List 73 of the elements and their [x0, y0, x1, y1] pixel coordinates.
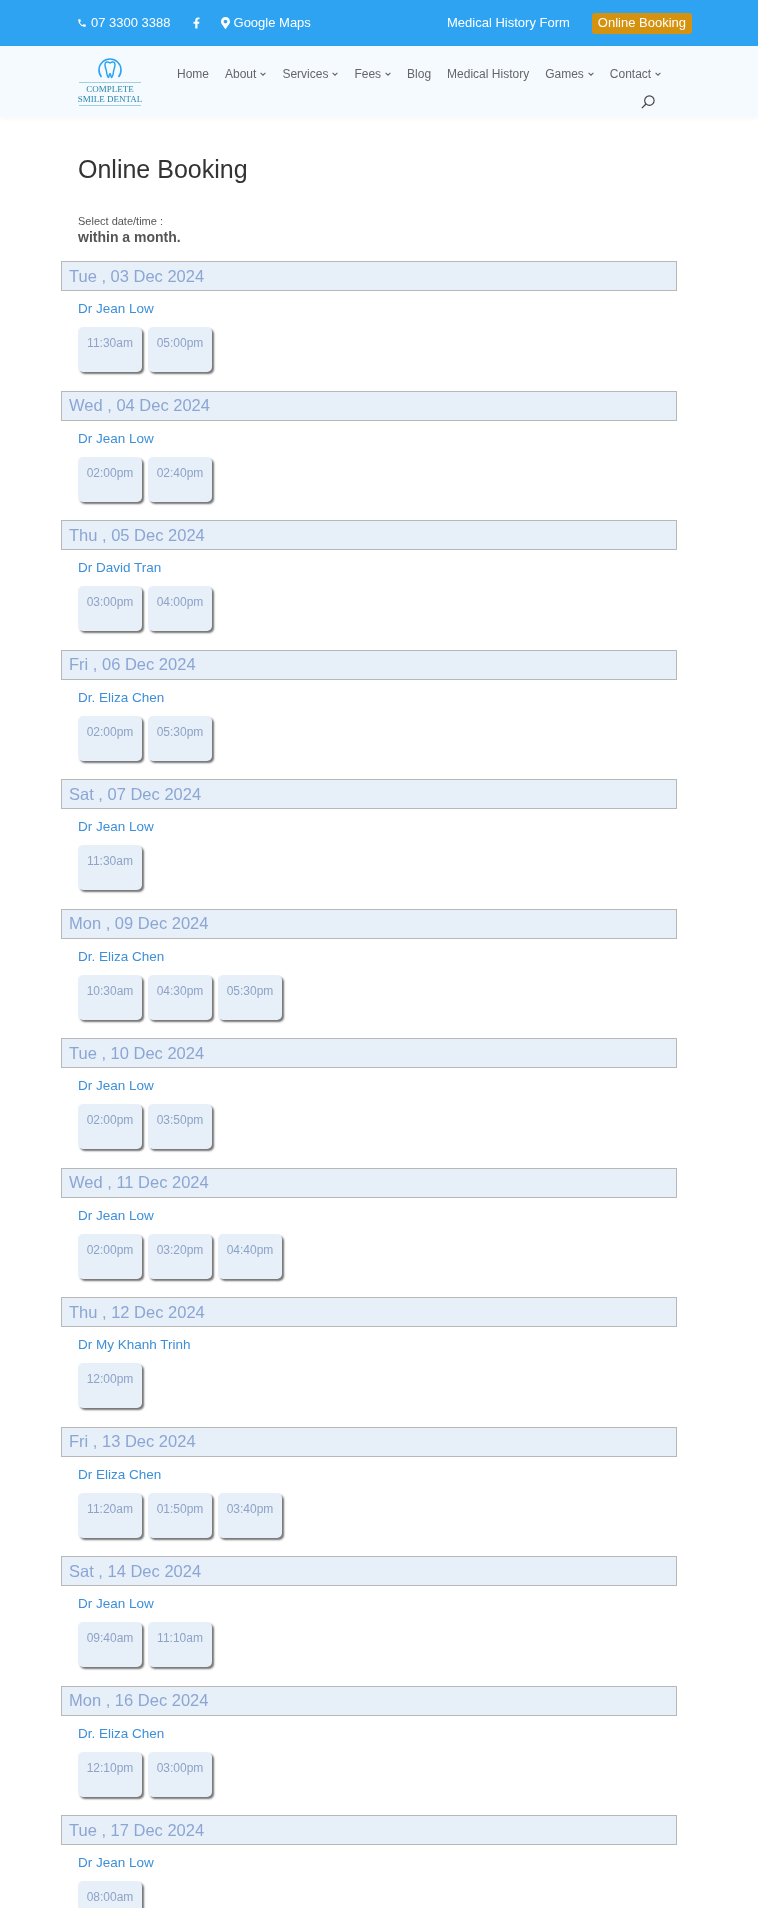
- page-title: Online Booking: [78, 154, 248, 184]
- date-header: Wed , 04 Dec 2024: [61, 390, 677, 421]
- date-header: Mon , 16 Dec 2024: [61, 1685, 677, 1716]
- time-slot-button[interactable]: 10:30am: [78, 974, 142, 1020]
- time-slot-button[interactable]: 09:40am: [78, 1622, 142, 1667]
- time-slot-button[interactable]: 11:20am: [78, 1492, 142, 1538]
- nav-link[interactable]: About: [225, 67, 267, 81]
- time-slot-button[interactable]: 03:20pm: [148, 1233, 212, 1279]
- nav-link[interactable]: Blog: [407, 67, 432, 81]
- time-slot-button[interactable]: 03:00pm: [78, 586, 142, 631]
- time-slot-button[interactable]: 12:10pm: [78, 1751, 142, 1797]
- nav-link[interactable]: Services: [282, 67, 339, 81]
- time-slot-button[interactable]: 01:50pm: [148, 1492, 212, 1538]
- time-slot-button[interactable]: 02:40pm: [148, 456, 212, 502]
- doctor-name: Dr Jean Low: [78, 1206, 154, 1225]
- time-slot-button[interactable]: 05:00pm: [148, 327, 212, 372]
- logo-text: COMPLETE SMILE DENTAL: [77, 84, 143, 104]
- doctor-name: Dr Jean Low: [78, 1854, 154, 1872]
- range-text: within a month.: [78, 228, 181, 246]
- date-header: Fri , 13 Dec 2024: [61, 1426, 677, 1457]
- tooth-icon: [96, 56, 124, 81]
- doctor-name: Dr. Eliza Chen: [78, 947, 165, 966]
- time-slot-button[interactable]: 04:00pm: [148, 586, 212, 631]
- doctor-name: Dr Jean Low: [78, 1077, 154, 1095]
- date-header: Sat , 14 Dec 2024: [61, 1556, 677, 1586]
- date-header: Mon , 09 Dec 2024: [61, 908, 677, 939]
- time-slot-button[interactable]: 04:40pm: [218, 1233, 282, 1279]
- search-icon[interactable]: [641, 95, 656, 109]
- nav-link[interactable]: Contact: [609, 67, 662, 81]
- time-slot-button[interactable]: 02:00pm: [78, 715, 142, 761]
- doctor-name: Dr David Tran: [78, 559, 162, 577]
- top-bar-link[interactable]: Medical History Form: [447, 13, 570, 33]
- date-header: Thu , 05 Dec 2024: [61, 520, 677, 550]
- phone-icon: [77, 18, 87, 28]
- doctor-name: Dr Eliza Chen: [78, 1465, 162, 1484]
- nav-link[interactable]: Games: [545, 67, 594, 81]
- doctor-name: Dr. Eliza Chen: [78, 688, 165, 707]
- doctor-name: Dr Jean Low: [78, 818, 154, 836]
- facebook-icon[interactable]: [192, 17, 200, 29]
- date-time-label: Select date/time :: [78, 214, 163, 228]
- time-slot-button[interactable]: 03:50pm: [148, 1104, 212, 1149]
- date-header: Wed , 11 Dec 2024: [61, 1167, 677, 1198]
- phone-link[interactable]: 07 3300 3388: [77, 13, 171, 33]
- date-header: Tue , 17 Dec 2024: [61, 1815, 677, 1845]
- date-header: Tue , 10 Dec 2024: [61, 1038, 677, 1068]
- date-header: Tue , 03 Dec 2024: [61, 261, 677, 291]
- doctor-name: Dr Jean Low: [78, 1595, 154, 1613]
- time-slot-button[interactable]: 02:00pm: [78, 1233, 142, 1279]
- nav-link[interactable]: Fees: [354, 67, 392, 81]
- time-slot-button[interactable]: 11:30am: [78, 327, 142, 372]
- time-slot-button[interactable]: 05:30pm: [218, 974, 282, 1020]
- nav-link[interactable]: Home: [177, 67, 209, 81]
- map-pin-icon: [220, 17, 230, 29]
- time-slot-button[interactable]: 05:30pm: [148, 715, 212, 761]
- doctor-name: Dr Jean Low: [78, 300, 154, 318]
- time-slot-button[interactable]: 04:30pm: [148, 974, 212, 1020]
- time-slot-button[interactable]: 11:30am: [78, 845, 142, 890]
- date-header: Sat , 07 Dec 2024: [61, 779, 677, 809]
- time-slot-button[interactable]: 12:00pm: [78, 1363, 142, 1408]
- doctor-name: Dr Jean Low: [78, 429, 154, 448]
- time-slot-button[interactable]: 11:10am: [148, 1622, 212, 1667]
- doctor-name: Dr. Eliza Chen: [78, 1724, 165, 1743]
- time-slot-button[interactable]: 02:00pm: [78, 1104, 142, 1149]
- time-slot-button[interactable]: 02:00pm: [78, 456, 142, 502]
- doctor-name: Dr My Khanh Trinh: [78, 1336, 191, 1354]
- time-slot-button[interactable]: 03:00pm: [148, 1751, 212, 1797]
- time-slot-button[interactable]: 03:40pm: [218, 1492, 282, 1538]
- time-slot-button[interactable]: 08:00am: [78, 1881, 142, 1908]
- date-header: Fri , 06 Dec 2024: [61, 649, 677, 680]
- date-header: Thu , 12 Dec 2024: [61, 1297, 677, 1327]
- top-bar-button[interactable]: Online Booking: [591, 12, 692, 34]
- map-link[interactable]: Google Maps: [220, 13, 311, 33]
- nav-link[interactable]: Medical History: [447, 67, 530, 81]
